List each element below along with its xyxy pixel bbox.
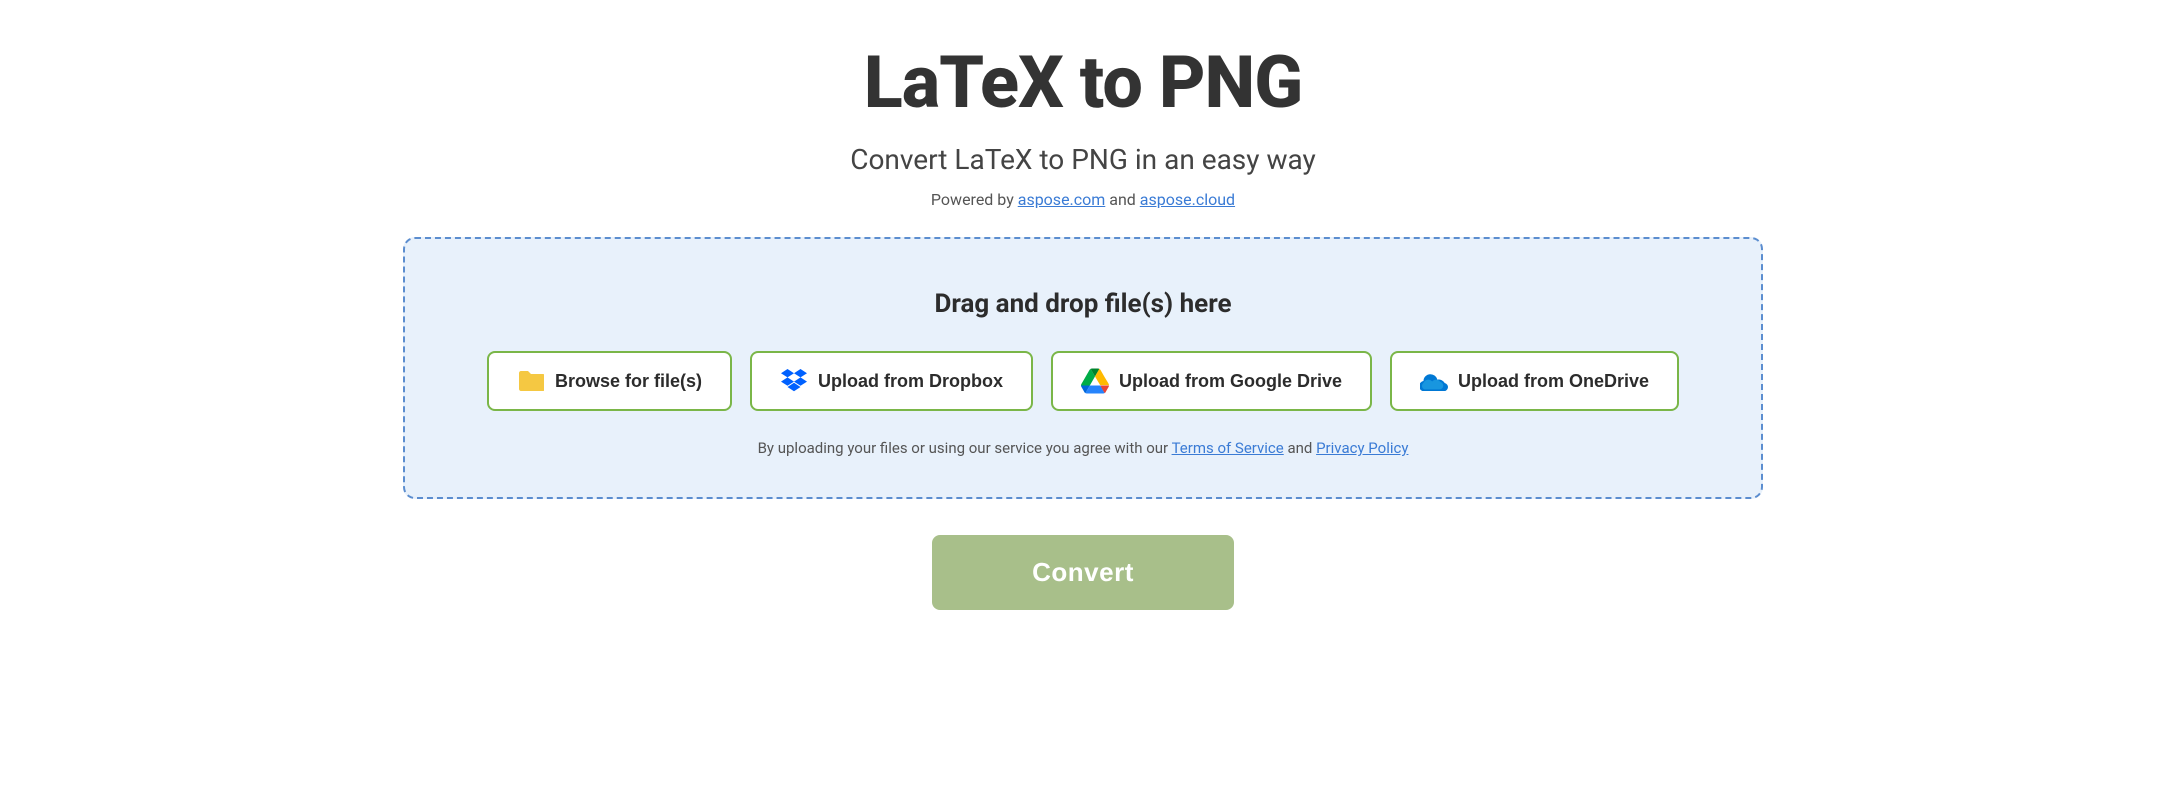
- terms-of-service-link[interactable]: Terms of Service: [1172, 439, 1284, 457]
- terms-text: By uploading your files or using our ser…: [758, 439, 1409, 457]
- browse-files-label: Browse for file(s): [555, 371, 702, 392]
- aspose-com-link[interactable]: aspose.com: [1018, 190, 1106, 209]
- privacy-policy-link[interactable]: Privacy Policy: [1316, 439, 1408, 457]
- browse-files-button[interactable]: Browse for file(s): [487, 351, 732, 411]
- page-title: LaTeX to PNG: [864, 40, 1303, 125]
- terms-and: and: [1287, 439, 1316, 457]
- upload-buttons: Browse for file(s) Upload from Dropbox: [487, 351, 1679, 411]
- upload-google-drive-label: Upload from Google Drive: [1119, 371, 1342, 392]
- page-subtitle: Convert LaTeX to PNG in an easy way: [850, 143, 1316, 176]
- dropbox-icon: [780, 367, 808, 395]
- powered-by-text: Powered by: [931, 190, 1018, 209]
- upload-dropbox-button[interactable]: Upload from Dropbox: [750, 351, 1033, 411]
- google-drive-icon: [1081, 367, 1109, 395]
- convert-button[interactable]: Convert: [932, 535, 1234, 610]
- upload-onedrive-button[interactable]: Upload from OneDrive: [1390, 351, 1679, 411]
- upload-onedrive-label: Upload from OneDrive: [1458, 371, 1649, 392]
- drag-drop-label: Drag and drop file(s) here: [934, 289, 1231, 319]
- terms-prefix: By uploading your files or using our ser…: [758, 439, 1172, 457]
- onedrive-icon: [1420, 367, 1448, 395]
- upload-dropbox-label: Upload from Dropbox: [818, 371, 1003, 392]
- folder-icon: [517, 367, 545, 395]
- drop-zone: Drag and drop file(s) here Browse for fi…: [403, 237, 1763, 499]
- upload-google-drive-button[interactable]: Upload from Google Drive: [1051, 351, 1372, 411]
- powered-by-and: and: [1109, 190, 1140, 209]
- powered-by: Powered by aspose.com and aspose.cloud: [931, 190, 1235, 209]
- aspose-cloud-link[interactable]: aspose.cloud: [1140, 190, 1235, 209]
